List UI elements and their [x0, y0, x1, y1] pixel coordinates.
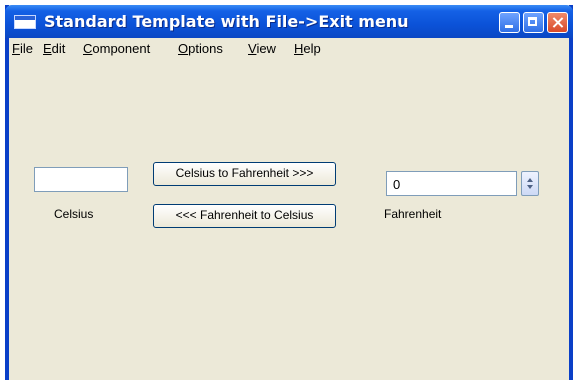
menu-help-mnemonic: H: [294, 41, 304, 56]
minimize-button[interactable]: [499, 12, 520, 33]
menu-help[interactable]: Help: [294, 41, 321, 56]
menu-file-label: ile: [19, 41, 33, 56]
menu-file-mnemonic: F: [12, 41, 20, 56]
maximize-button[interactable]: [523, 12, 544, 33]
fahrenheit-input[interactable]: 0: [386, 171, 517, 196]
celsius-to-fahrenheit-button[interactable]: Celsius to Fahrenheit >>>: [153, 162, 336, 186]
menu-view-label: iew: [256, 41, 276, 56]
window-title: Standard Template with File->Exit menu: [44, 12, 409, 31]
spinner-up-icon[interactable]: [527, 178, 533, 182]
menu-bar: File Edit Component Options View Help: [9, 38, 569, 59]
menu-edit-label: dit: [51, 41, 66, 56]
menu-help-label: elp: [303, 41, 321, 56]
menu-options-label: ptions: [188, 41, 223, 56]
menu-component-mnemonic: C: [83, 41, 93, 56]
menu-file[interactable]: File: [12, 41, 33, 56]
menu-component[interactable]: Component: [83, 41, 150, 56]
menu-edit-mnemonic: E: [43, 41, 52, 56]
celsius-input[interactable]: [34, 167, 128, 192]
menu-view[interactable]: View: [248, 41, 276, 56]
menu-edit[interactable]: Edit: [43, 41, 65, 56]
fahrenheit-spinner[interactable]: [521, 171, 539, 196]
fahrenheit-label: Fahrenheit: [384, 207, 442, 221]
title-bar[interactable]: Standard Template with File->Exit menu: [5, 5, 573, 38]
fahrenheit-to-celsius-button[interactable]: <<< Fahrenheit to Celsius: [153, 204, 336, 228]
menu-options[interactable]: Options: [178, 41, 223, 56]
app-icon: [14, 15, 36, 29]
menu-options-mnemonic: O: [178, 41, 189, 56]
close-button[interactable]: [547, 12, 568, 33]
menu-component-label: omponent: [92, 41, 151, 56]
spinner-down-icon[interactable]: [527, 185, 533, 189]
celsius-label: Celsius: [54, 207, 94, 221]
